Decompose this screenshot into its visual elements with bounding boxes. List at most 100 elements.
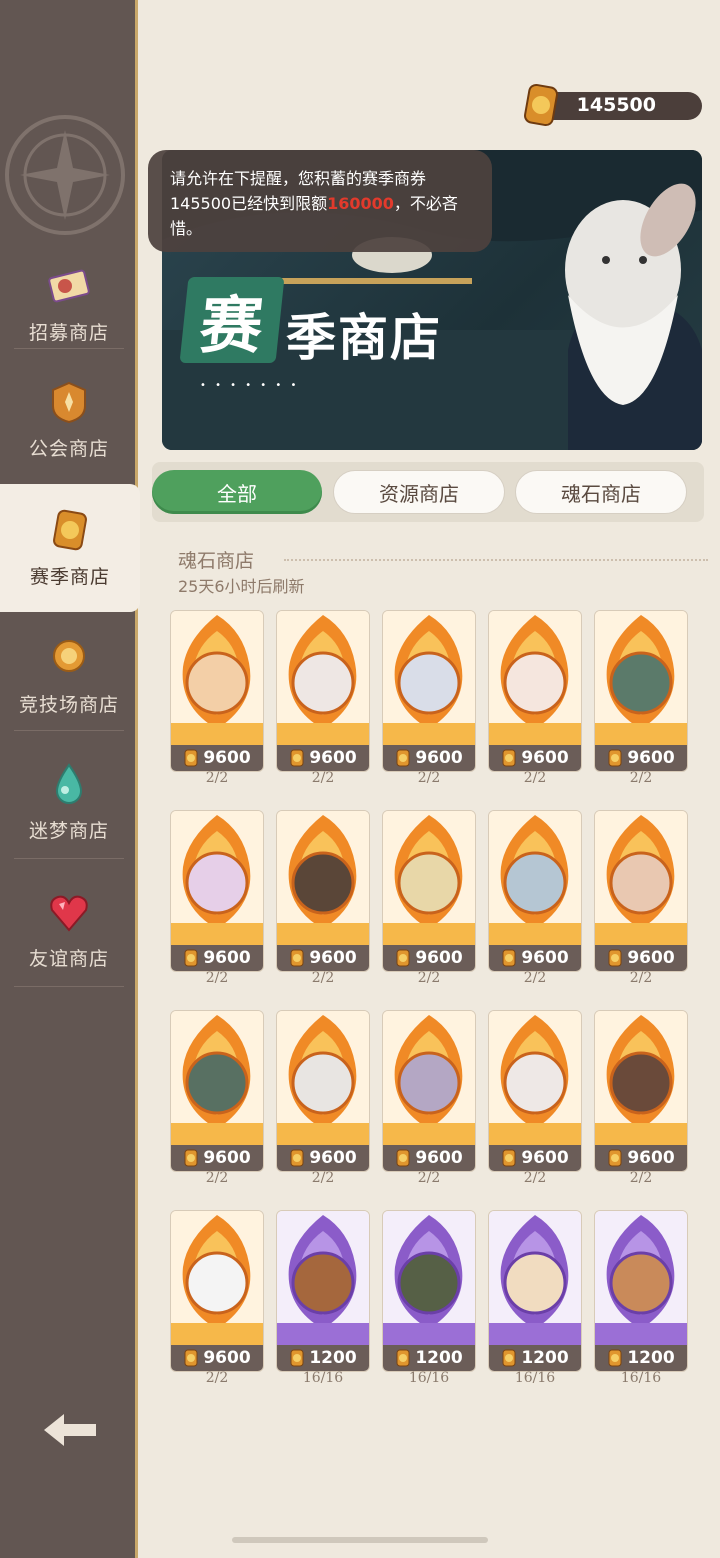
card-frame: 9600 — [488, 610, 582, 772]
section-divider — [284, 559, 708, 561]
shop-tabs: 全部 资源商店 魂石商店 — [152, 462, 704, 522]
price-value: 1200 — [627, 1348, 675, 1368]
season-coin-icon — [608, 749, 622, 767]
soulstone-card[interactable]: 1200 16/16 — [488, 1210, 582, 1388]
hero-soulstone-icon — [383, 811, 475, 945]
hero-soulstone-icon — [489, 1011, 581, 1145]
card-frame: 1200 — [488, 1210, 582, 1372]
soulstone-card[interactable]: 9600 2/2 — [488, 810, 582, 988]
sidebar-item-label: 公会商店 — [28, 437, 109, 460]
stock-count: 2/2 — [523, 970, 547, 986]
price-tag: 9600 — [595, 1145, 687, 1171]
limit-warning-tooltip: 请允许在下提醒，您积蓄的赛季商券 145500已经快到限额160000，不必吝惜… — [148, 150, 492, 252]
soulstone-card[interactable]: 9600 2/2 — [382, 1010, 476, 1188]
compass-emblem-icon — [5, 115, 125, 235]
soulstone-card[interactable]: 9600 2/2 — [170, 810, 264, 988]
season-coin-icon — [608, 1349, 622, 1367]
back-arrow-icon[interactable] — [40, 1408, 100, 1452]
sidebar-item-label: 友谊商店 — [28, 947, 109, 970]
soulstone-card[interactable]: 1200 16/16 — [594, 1210, 688, 1388]
sidebar-item-arena-shop[interactable]: 竞技场商店 — [0, 612, 138, 740]
hero-soulstone-icon — [171, 811, 263, 945]
soulstone-card[interactable]: 1200 16/16 — [276, 1210, 370, 1388]
soulstone-card[interactable]: 9600 2/2 — [488, 610, 582, 788]
stock-count: 2/2 — [205, 1370, 229, 1386]
price-tag: 9600 — [171, 745, 263, 771]
hero-soulstone-icon — [277, 1011, 369, 1145]
price-value: 1200 — [521, 1348, 569, 1368]
price-value: 9600 — [627, 948, 675, 968]
sidebar-item-friendship-shop[interactable]: 友谊商店 — [0, 866, 138, 994]
arena-medal-icon — [53, 639, 85, 672]
price-value: 9600 — [627, 1148, 675, 1168]
card-frame: 9600 — [382, 810, 476, 972]
season-coin-icon — [290, 749, 304, 767]
stock-count: 2/2 — [311, 770, 335, 786]
stock-count: 2/2 — [205, 1170, 229, 1186]
stock-count: 2/2 — [629, 770, 653, 786]
price-value: 9600 — [309, 1148, 357, 1168]
banner-logo-mark: 赛 — [179, 277, 285, 363]
card-frame: 9600 — [276, 610, 370, 772]
sidebar-item-guild-shop[interactable]: 公会商店 — [0, 356, 138, 484]
price-tag: 9600 — [171, 945, 263, 971]
soulstone-card[interactable]: 9600 2/2 — [594, 810, 688, 988]
divider — [14, 348, 124, 349]
tab-soulstone-shop[interactable]: 魂石商店 — [515, 470, 687, 514]
guild-crest-icon — [52, 381, 86, 423]
sidebar-item-label: 招募商店 — [28, 321, 109, 344]
season-coin-icon — [396, 1149, 410, 1167]
price-tag: 9600 — [489, 745, 581, 771]
price-value: 9600 — [521, 948, 569, 968]
soulstone-card[interactable]: 9600 2/2 — [276, 610, 370, 788]
card-frame: 9600 — [276, 810, 370, 972]
season-coin-icon — [608, 1149, 622, 1167]
soulstone-card[interactable]: 1200 16/16 — [382, 1210, 476, 1388]
hero-soulstone-icon — [277, 811, 369, 945]
hero-soulstone-icon — [383, 611, 475, 745]
rare-soulstone-icon — [383, 1211, 475, 1345]
season-coin-icon — [53, 509, 87, 550]
price-tag: 1200 — [489, 1345, 581, 1371]
price-value: 9600 — [203, 948, 251, 968]
soulstone-card[interactable]: 9600 2/2 — [276, 1010, 370, 1188]
stock-count: 16/16 — [514, 1370, 556, 1386]
card-frame: 9600 — [488, 810, 582, 972]
currency-amount: 145500 — [576, 94, 656, 116]
price-tag: 9600 — [383, 1145, 475, 1171]
season-coin-icon — [502, 949, 516, 967]
price-tag: 9600 — [277, 1145, 369, 1171]
price-tag: 9600 — [595, 945, 687, 971]
soulstone-card[interactable]: 9600 2/2 — [594, 1010, 688, 1188]
soulstone-card[interactable]: 9600 2/2 — [594, 610, 688, 788]
soulstone-card[interactable]: 9600 2/2 — [170, 1210, 264, 1388]
price-value: 9600 — [415, 948, 463, 968]
price-value: 1200 — [309, 1348, 357, 1368]
hero-soulstone-icon — [595, 611, 687, 745]
price-value: 9600 — [309, 748, 357, 768]
divider — [14, 730, 124, 731]
card-frame: 9600 — [276, 1010, 370, 1172]
price-value: 9600 — [627, 748, 675, 768]
hero-soulstone-icon — [171, 611, 263, 745]
soulstone-card[interactable]: 9600 2/2 — [488, 1010, 582, 1188]
soulstone-card[interactable]: 9600 2/2 — [276, 810, 370, 988]
soulstone-card[interactable]: 9600 2/2 — [382, 810, 476, 988]
sidebar-item-dream-shop[interactable]: 迷梦商店 — [0, 738, 138, 866]
stock-count: 2/2 — [629, 1170, 653, 1186]
soulstone-card[interactable]: 9600 2/2 — [170, 610, 264, 788]
soulstone-card[interactable]: 9600 2/2 — [382, 610, 476, 788]
tab-all[interactable]: 全部 — [152, 470, 322, 514]
season-coin-icon — [608, 949, 622, 967]
rare-soulstone-icon — [595, 1211, 687, 1345]
card-frame: 9600 — [382, 1010, 476, 1172]
tab-resource-shop[interactable]: 资源商店 — [333, 470, 505, 514]
price-tag: 9600 — [489, 1145, 581, 1171]
sidebar-item-season-shop[interactable]: 赛季商店 — [0, 484, 140, 612]
stock-count: 2/2 — [417, 770, 441, 786]
soulstone-card[interactable]: 9600 2/2 — [170, 1010, 264, 1188]
price-tag: 9600 — [383, 745, 475, 771]
rare-soulstone-icon — [489, 1211, 581, 1345]
season-coin-icon — [524, 83, 558, 127]
stock-count: 2/2 — [311, 970, 335, 986]
